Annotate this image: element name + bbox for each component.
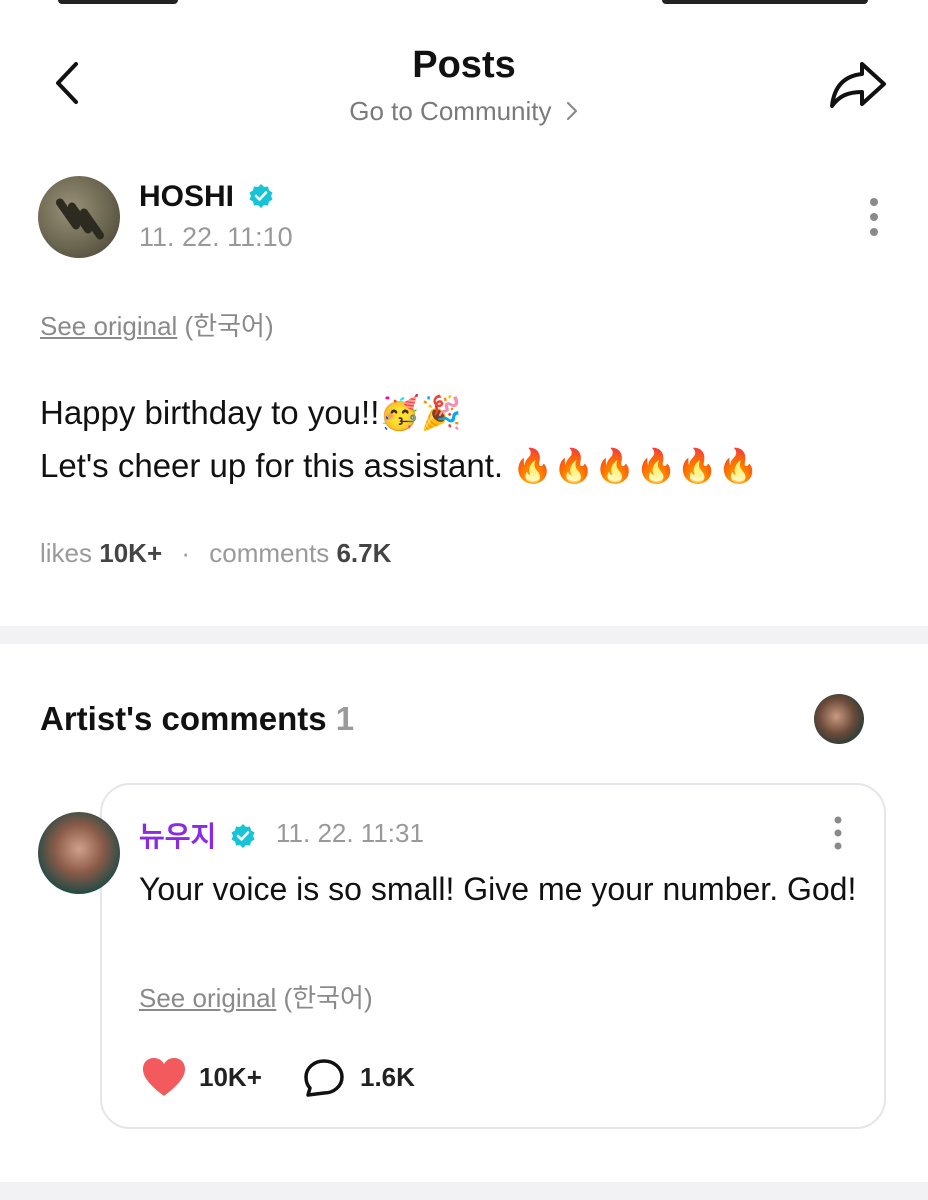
post-timestamp: 11. 22. 11:10 (139, 222, 293, 252)
see-original-link[interactable]: See original (40, 311, 177, 341)
artist-comments-header: Artist's comments 1 (40, 700, 354, 738)
commenter-name: 뉴우지 (139, 821, 217, 852)
status-bar (0, 0, 928, 8)
original-language: (한국어) (184, 311, 274, 341)
artist-comments-title: Artist's comments (40, 700, 327, 737)
artist-comments-count: 1 (335, 700, 355, 737)
post-line-1: Happy birthday to you!!🥳🎉 (40, 394, 462, 431)
author-name: HOSHI (139, 180, 235, 213)
post-stats: likes 10K+ · comments 6.7K (40, 538, 391, 569)
status-time-fragment (58, 0, 178, 4)
likes-label: likes (40, 538, 93, 568)
go-to-community-label: Go to Community (349, 96, 552, 126)
post-line-2: Let's cheer up for this assistant. 🔥🔥🔥🔥🔥… (40, 447, 759, 484)
like-button[interactable] (141, 1056, 187, 1098)
share-icon (830, 62, 886, 108)
comment-see-original-link[interactable]: See original (139, 983, 276, 1013)
post-body: Happy birthday to you!!🥳🎉 Let's cheer up… (40, 386, 759, 492)
likes-value: 10K+ (99, 538, 163, 568)
comment-bubble-icon (304, 1059, 344, 1097)
commenter[interactable]: 뉴우지 (139, 815, 256, 855)
see-original-row: See original (한국어) (40, 306, 274, 343)
more-icon (870, 198, 878, 236)
author-avatar[interactable] (38, 176, 120, 258)
comment-text: Your voice is so small! Give me your num… (139, 871, 857, 907)
comments-label: comments (209, 538, 330, 568)
more-icon (834, 816, 842, 850)
stats-separator: · (181, 538, 191, 568)
comment-likes-count: 10K+ (199, 1062, 262, 1092)
go-to-community-link[interactable]: Go to Community (0, 96, 928, 127)
comment-more-button[interactable] (826, 814, 850, 854)
comment-replies-count: 1.6K (360, 1062, 415, 1092)
reply-button[interactable] (302, 1058, 346, 1100)
post-author[interactable]: HOSHI (139, 180, 274, 214)
comments-value: 6.7K (336, 538, 392, 568)
heart-icon (143, 1058, 185, 1096)
commenter-avatar[interactable] (38, 812, 120, 894)
verified-icon (249, 184, 273, 208)
bottom-divider (0, 1182, 928, 1200)
comment-timestamp: 11. 22. 11:31 (276, 818, 424, 848)
comment-see-original-row: See original (한국어) (139, 978, 373, 1015)
verified-icon (231, 824, 255, 848)
artist-comments-avatar[interactable] (814, 694, 864, 744)
section-divider (0, 626, 928, 644)
status-icons-fragment (662, 0, 868, 4)
post-more-button[interactable] (862, 196, 886, 240)
chevron-right-icon (566, 101, 577, 121)
page-title: Posts (412, 44, 516, 86)
comment-original-language: (한국어) (283, 983, 373, 1013)
share-button[interactable] (826, 58, 890, 110)
